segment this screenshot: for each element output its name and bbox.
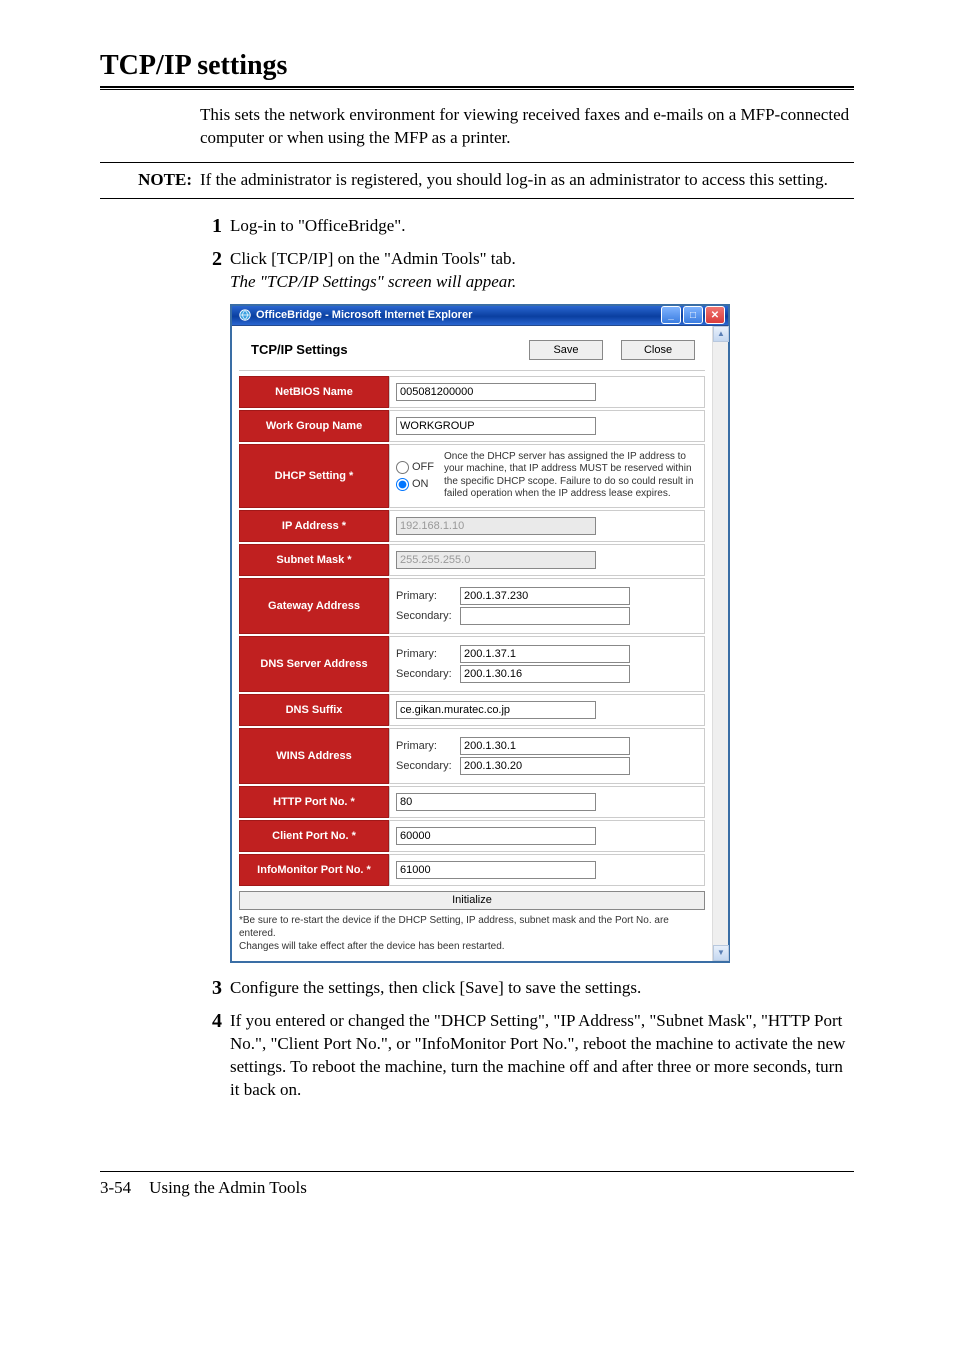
infomonitor-port-input[interactable]	[396, 861, 596, 879]
step-1-text: Log-in to "OfficeBridge".	[222, 215, 406, 238]
maximize-button[interactable]: □	[683, 306, 703, 324]
step-4-text: If you entered or changed the "DHCP Sett…	[222, 1010, 854, 1102]
step-2-text-b: The "TCP/IP Settings" screen will appear…	[230, 271, 516, 294]
subnet-input	[396, 551, 596, 569]
minimize-button[interactable]: _	[661, 306, 681, 324]
wins-primary-input[interactable]	[460, 737, 630, 755]
label-netbios: NetBIOS Name	[239, 376, 389, 408]
label-ip-address: IP Address *	[239, 510, 389, 542]
workgroup-input[interactable]	[396, 417, 596, 435]
dns-secondary-input[interactable]	[460, 665, 630, 683]
wins-secondary-label: Secondary:	[396, 760, 456, 772]
dhcp-on-radio[interactable]	[396, 478, 409, 491]
dns-secondary-label: Secondary:	[396, 668, 456, 680]
dns-primary-input[interactable]	[460, 645, 630, 663]
label-dns: DNS Server Address	[239, 636, 389, 692]
label-client-port: Client Port No. *	[239, 820, 389, 852]
gateway-secondary-label: Secondary:	[396, 610, 456, 622]
label-wins: WINS Address	[239, 728, 389, 784]
label-dhcp: DHCP Setting *	[239, 444, 389, 508]
save-button[interactable]: Save	[529, 340, 603, 360]
page-footer-title: Using the Admin Tools	[149, 1178, 307, 1198]
panel-title: TCP/IP Settings	[251, 342, 348, 357]
client-port-input[interactable]	[396, 827, 596, 845]
step-number-3: 3	[200, 977, 222, 1000]
netbios-input[interactable]	[396, 383, 596, 401]
label-gateway: Gateway Address	[239, 578, 389, 634]
close-window-button[interactable]: ✕	[705, 306, 725, 324]
scroll-down-icon[interactable]: ▼	[713, 945, 729, 961]
dhcp-note-text: Once the DHCP server has assigned the IP…	[444, 451, 698, 501]
http-port-input[interactable]	[396, 793, 596, 811]
step-number-1: 1	[200, 215, 222, 238]
label-infomonitor-port: InfoMonitor Port No. *	[239, 854, 389, 886]
label-suffix: DNS Suffix	[239, 694, 389, 726]
label-http-port: HTTP Port No. *	[239, 786, 389, 818]
gateway-primary-label: Primary:	[396, 590, 456, 602]
window-title: OfficeBridge - Microsoft Internet Explor…	[256, 309, 472, 321]
wins-secondary-input[interactable]	[460, 757, 630, 775]
scroll-up-icon[interactable]: ▲	[713, 326, 729, 342]
dhcp-off-label: OFF	[412, 461, 434, 473]
step-number-2: 2	[200, 248, 222, 294]
window-titlebar: OfficeBridge - Microsoft Internet Explor…	[232, 304, 728, 326]
heading-rule	[100, 86, 854, 90]
dhcp-off-option[interactable]: OFF	[396, 461, 434, 474]
note-rule-bottom	[100, 198, 854, 199]
vertical-scrollbar[interactable]: ▲ ▼	[712, 326, 728, 961]
step-2-text-a: Click [TCP/IP] on the "Admin Tools" tab.	[230, 248, 516, 271]
page-number: 3-54	[100, 1178, 131, 1198]
step-3-text: Configure the settings, then click [Save…	[222, 977, 641, 1000]
initialize-button[interactable]: Initialize	[239, 891, 705, 910]
label-subnet: Subnet Mask *	[239, 544, 389, 576]
footnote-2: Changes will take effect after the devic…	[239, 940, 705, 953]
ip-address-input	[396, 517, 596, 535]
step-number-4: 4	[200, 1010, 222, 1102]
note-label: NOTE:	[100, 169, 200, 192]
dhcp-off-radio[interactable]	[396, 461, 409, 474]
dhcp-on-option[interactable]: ON	[396, 478, 434, 491]
dhcp-on-label: ON	[412, 478, 429, 490]
close-button[interactable]: Close	[621, 340, 695, 360]
page-heading: TCP/IP settings	[100, 50, 854, 82]
ie-icon	[238, 308, 252, 322]
note-text: If the administrator is registered, you …	[200, 169, 828, 192]
close-icon: ✕	[711, 310, 719, 321]
dns-suffix-input[interactable]	[396, 701, 596, 719]
gateway-secondary-input[interactable]	[460, 607, 630, 625]
gateway-primary-input[interactable]	[460, 587, 630, 605]
intro-text: This sets the network environment for vi…	[200, 104, 854, 150]
wins-primary-label: Primary:	[396, 740, 456, 752]
dns-primary-label: Primary:	[396, 648, 456, 660]
maximize-icon: □	[690, 310, 696, 321]
label-workgroup: Work Group Name	[239, 410, 389, 442]
minimize-icon: _	[668, 310, 674, 321]
footnote-1: *Be sure to re-start the device if the D…	[239, 914, 705, 940]
